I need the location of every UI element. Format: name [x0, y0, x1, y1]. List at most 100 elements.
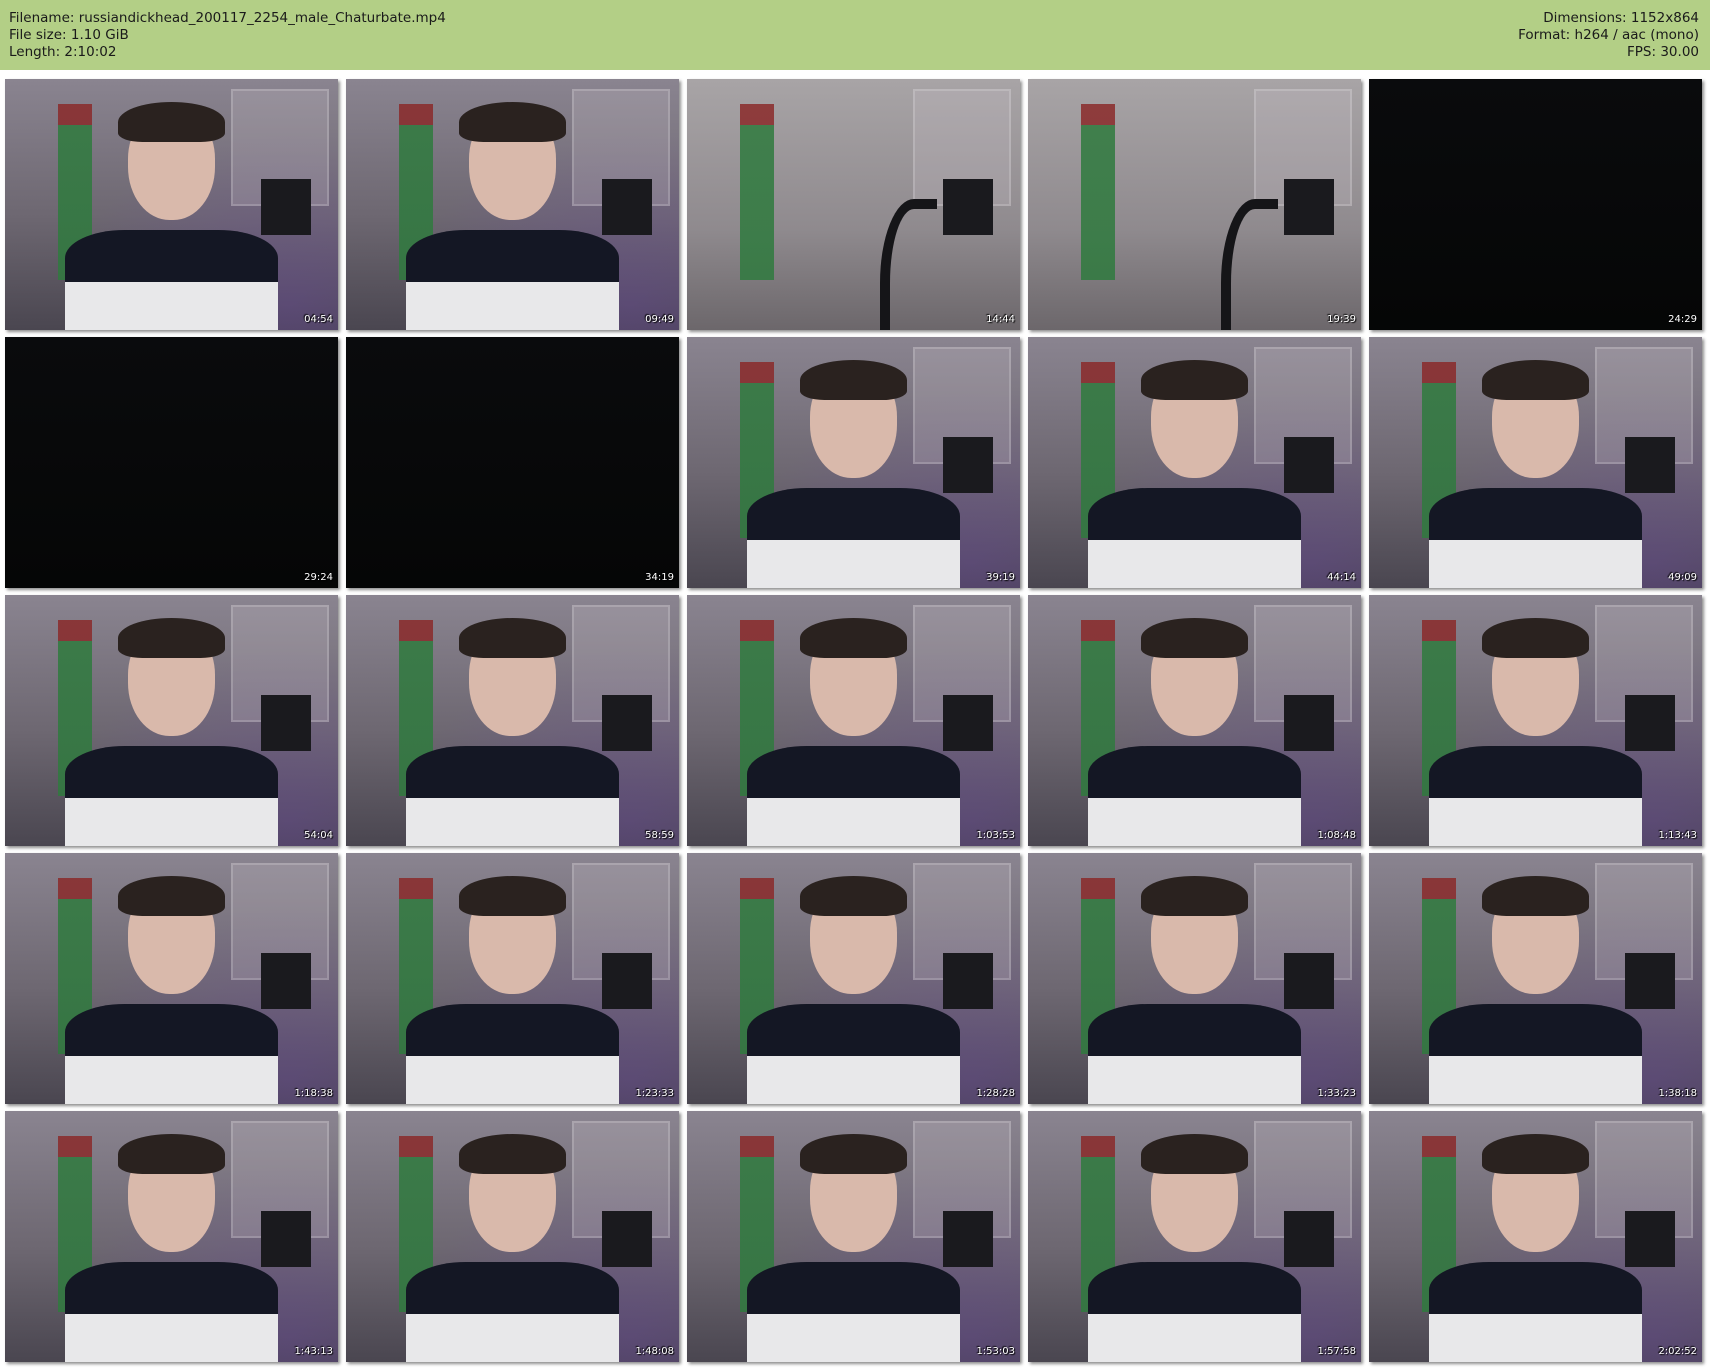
person-shirt — [405, 745, 620, 846]
office-chair — [1221, 199, 1278, 330]
person-shirt — [746, 487, 961, 588]
monitor — [1625, 437, 1676, 493]
video-thumbnail: 49:09 — [1369, 337, 1702, 588]
person-shirt — [1428, 487, 1643, 588]
person-shirt — [405, 229, 620, 330]
video-thumbnail: 24:29 — [1369, 79, 1702, 330]
monitor — [943, 437, 994, 493]
monitor — [943, 953, 994, 1009]
person-shirt — [1087, 745, 1302, 846]
thumbnail-timestamp: 1:08:48 — [1317, 830, 1356, 841]
video-thumbnail: 09:49 — [346, 79, 679, 330]
monitor — [261, 953, 312, 1009]
thumbnail-timestamp: 58:59 — [645, 830, 674, 841]
monitor — [1284, 179, 1335, 235]
person-shirt — [1428, 1003, 1643, 1104]
monitor — [1284, 1211, 1335, 1267]
person-shirt — [746, 745, 961, 846]
thumbnail-timestamp: 44:14 — [1327, 572, 1356, 583]
person-hair — [118, 875, 225, 916]
person-shirt — [746, 1261, 961, 1362]
monitor — [1284, 953, 1335, 1009]
person-hair — [1482, 359, 1589, 400]
fps-text: FPS: 30.00 — [1627, 44, 1699, 60]
monitor — [1625, 695, 1676, 751]
person-shirt — [1428, 1261, 1643, 1362]
person-shirt — [1087, 487, 1302, 588]
thumbnail-timestamp: 1:53:03 — [976, 1346, 1015, 1357]
thumbnail-timestamp: 29:24 — [304, 572, 333, 583]
thumbnail-timestamp: 34:19 — [645, 572, 674, 583]
thumbnail-timestamp: 1:43:13 — [294, 1346, 333, 1357]
video-thumbnail: 1:48:08 — [346, 1111, 679, 1362]
person-hair — [800, 875, 907, 916]
filename-text: Filename: russiandickhead_200117_2254_ma… — [9, 10, 446, 26]
person-hair — [459, 101, 566, 142]
person-shirt — [1087, 1003, 1302, 1104]
thumbnail-timestamp: 1:23:33 — [635, 1088, 674, 1099]
office-chair — [880, 199, 937, 330]
thumbnail-timestamp: 1:13:43 — [1658, 830, 1697, 841]
monitor — [1284, 437, 1335, 493]
person-hair — [1141, 359, 1248, 400]
monitor — [261, 695, 312, 751]
video-thumbnail: 29:24 — [5, 337, 338, 588]
thumbnail-timestamp: 1:33:23 — [1317, 1088, 1356, 1099]
monitor — [602, 953, 653, 1009]
person-shirt — [746, 1003, 961, 1104]
person-hair — [118, 617, 225, 658]
thumbnail-timestamp: 2:02:52 — [1658, 1346, 1697, 1357]
thumbnail-timestamp: 14:44 — [986, 314, 1015, 325]
video-thumbnail: 1:43:13 — [5, 1111, 338, 1362]
person-hair — [1482, 617, 1589, 658]
thumbnail-timestamp: 1:48:08 — [635, 1346, 674, 1357]
thumbnail-timestamp: 49:09 — [1668, 572, 1697, 583]
person-hair — [1482, 1133, 1589, 1174]
person-hair — [459, 1133, 566, 1174]
monitor — [602, 695, 653, 751]
person-hair — [800, 617, 907, 658]
info-header: Filename: russiandickhead_200117_2254_ma… — [0, 0, 1710, 70]
file-size-text: File size: 1.10 GiB — [9, 27, 129, 43]
video-thumbnail: 1:57:58 — [1028, 1111, 1361, 1362]
video-info: Dimensions: 1152x864 Format: h264 / aac … — [1518, 10, 1699, 61]
person-hair — [800, 1133, 907, 1174]
video-thumbnail: 1:53:03 — [687, 1111, 1020, 1362]
thumbnail-grid: 04:54 09:49 14:44 19:39 24:29 29:24 34:19 39:19… — [5, 79, 1702, 1362]
monitor — [1625, 1211, 1676, 1267]
file-info: Filename: russiandickhead_200117_2254_ma… — [9, 10, 446, 61]
thumbnail-timestamp: 1:28:28 — [976, 1088, 1015, 1099]
person-hair — [459, 875, 566, 916]
video-thumbnail: 39:19 — [687, 337, 1020, 588]
wall-poster — [1081, 104, 1115, 280]
person-shirt — [1087, 1261, 1302, 1362]
monitor — [261, 179, 312, 235]
video-thumbnail: 04:54 — [5, 79, 338, 330]
dimensions-text: Dimensions: 1152x864 — [1543, 10, 1699, 26]
person-shirt — [64, 1261, 279, 1362]
video-thumbnail: 19:39 — [1028, 79, 1361, 330]
person-hair — [1482, 875, 1589, 916]
video-thumbnail: 1:33:23 — [1028, 853, 1361, 1104]
video-thumbnail: 1:13:43 — [1369, 595, 1702, 846]
video-thumbnail: 1:38:18 — [1369, 853, 1702, 1104]
person-hair — [800, 359, 907, 400]
person-shirt — [64, 745, 279, 846]
video-thumbnail: 14:44 — [687, 79, 1020, 330]
thumbnail-timestamp: 1:57:58 — [1317, 1346, 1356, 1357]
person-hair — [459, 617, 566, 658]
thumbnail-timestamp: 09:49 — [645, 314, 674, 325]
person-hair — [1141, 1133, 1248, 1174]
thumbnail-timestamp: 1:38:18 — [1658, 1088, 1697, 1099]
video-thumbnail: 1:18:38 — [5, 853, 338, 1104]
video-thumbnail: 1:03:53 — [687, 595, 1020, 846]
person-shirt — [64, 229, 279, 330]
monitor — [943, 695, 994, 751]
format-text: Format: h264 / aac (mono) — [1518, 27, 1699, 43]
thumbnail-timestamp: 04:54 — [304, 314, 333, 325]
monitor — [943, 1211, 994, 1267]
monitor — [602, 1211, 653, 1267]
monitor — [261, 1211, 312, 1267]
person-shirt — [1428, 745, 1643, 846]
video-thumbnail: 58:59 — [346, 595, 679, 846]
